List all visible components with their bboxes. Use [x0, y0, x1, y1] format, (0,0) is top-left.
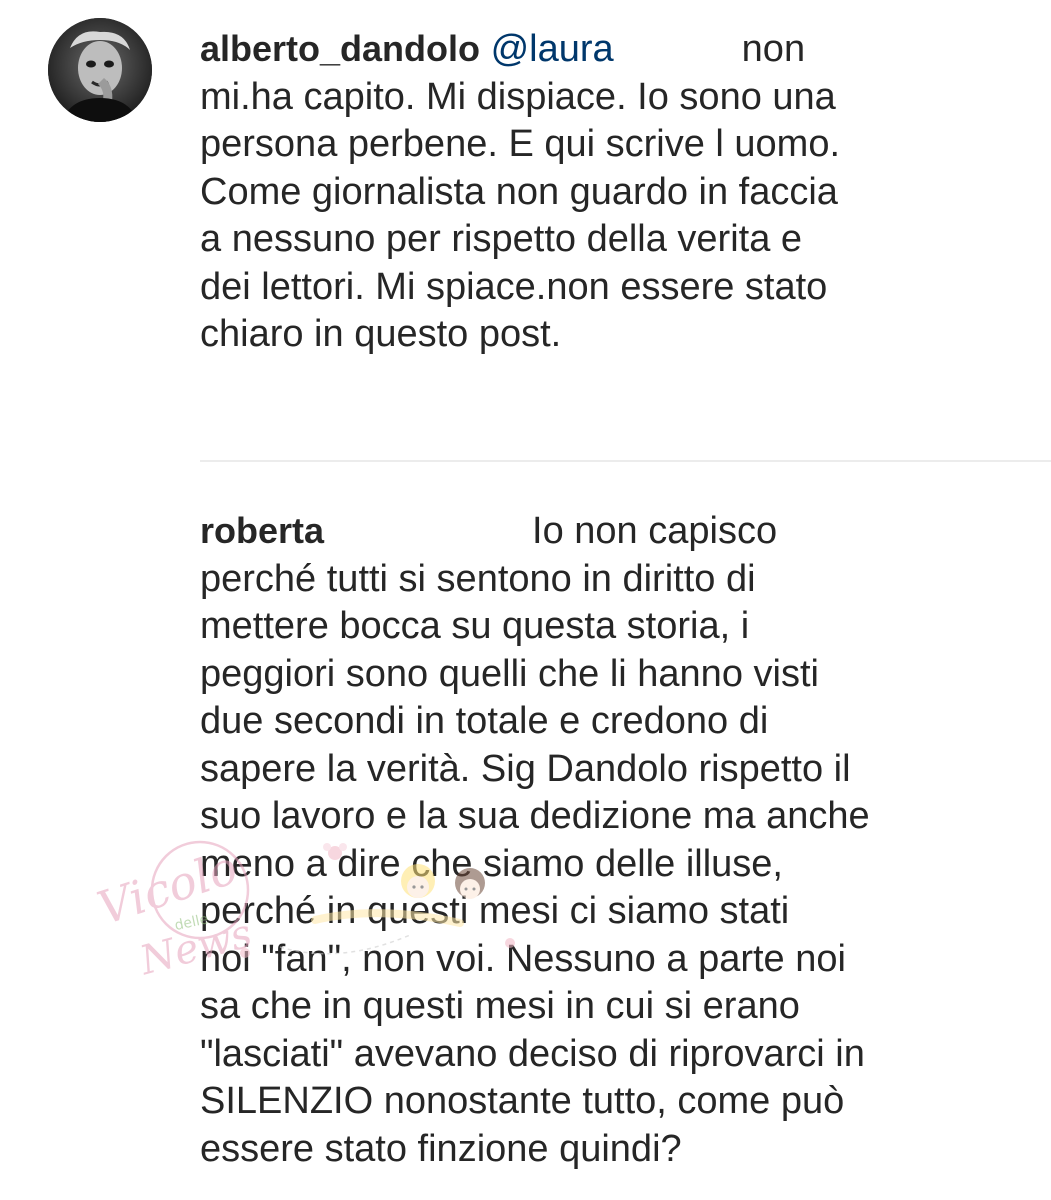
comment-text-line: dei lettori. Mi spiace.non essere stato	[200, 265, 828, 308]
comment-text-line: Io non capisco	[532, 510, 778, 552]
comment-username[interactable]: alberto_dandolo	[200, 28, 480, 69]
comment-text-line: perché tutti si sentono in diritto di	[200, 557, 756, 600]
comment-text-block: roberta Io non capisco perché tutti si se…	[200, 507, 920, 1173]
comment-text-line: persona perbene. E qui scrive l uomo.	[200, 123, 841, 165]
comment-text-line: non	[741, 28, 806, 70]
comment-text-line: essere stato finzione quindi?	[200, 1127, 682, 1170]
comment-text-line: due secondi in totale e credono di	[200, 700, 769, 742]
avatar-photo	[48, 18, 152, 122]
comment-text-line: sapere la verità. Sig Dandolo rispetto i…	[200, 747, 851, 790]
comment-text-line: "lasciati" avevano deciso di riprovarci …	[200, 1032, 865, 1075]
mention-link[interactable]: @laura	[491, 28, 614, 70]
comment-text-line: sa che in questi mesi in cui si erano	[200, 985, 800, 1027]
comment-text-line: perché in questi mesi ci siamo stati	[200, 890, 790, 932]
comment-alberto: alberto_dandolo @laura non mi.ha capito. …	[0, 0, 1051, 460]
comment-text-line: Come giornalista non guardo in faccia	[200, 170, 838, 213]
user-avatar[interactable]	[48, 18, 152, 122]
comment-text-line: a nessuno per rispetto della verita e	[200, 218, 803, 260]
comment-text-block: alberto_dandolo @laura non mi.ha capito. …	[200, 25, 920, 359]
comment-text-line: mi.ha capito. Mi dispiace. Io sono una	[200, 75, 836, 118]
comment-text-line: mettere bocca su questa storia, i	[200, 605, 750, 647]
comment-first-line: roberta Io non capisco	[200, 507, 920, 556]
comment-first-line: alberto_dandolo @laura non	[200, 25, 920, 74]
comment-roberta: roberta Io non capisco perché tutti si se…	[0, 462, 1051, 1200]
comment-username[interactable]: roberta	[200, 510, 324, 551]
comment-text-line: chiaro in questo post.	[200, 313, 562, 355]
comment-text-line: noi "fan", non voi. Nessuno a parte noi	[200, 937, 846, 980]
comment-text-line: SILENZIO nonostante tutto, come può	[200, 1080, 845, 1122]
comment-text-line: meno a dire che siamo delle illuse,	[200, 842, 783, 885]
comment-text-line: suo lavoro e la sua dedizione ma anche	[200, 795, 870, 837]
comment-text-line: peggiori sono quelli che li hanno visti	[200, 652, 819, 695]
